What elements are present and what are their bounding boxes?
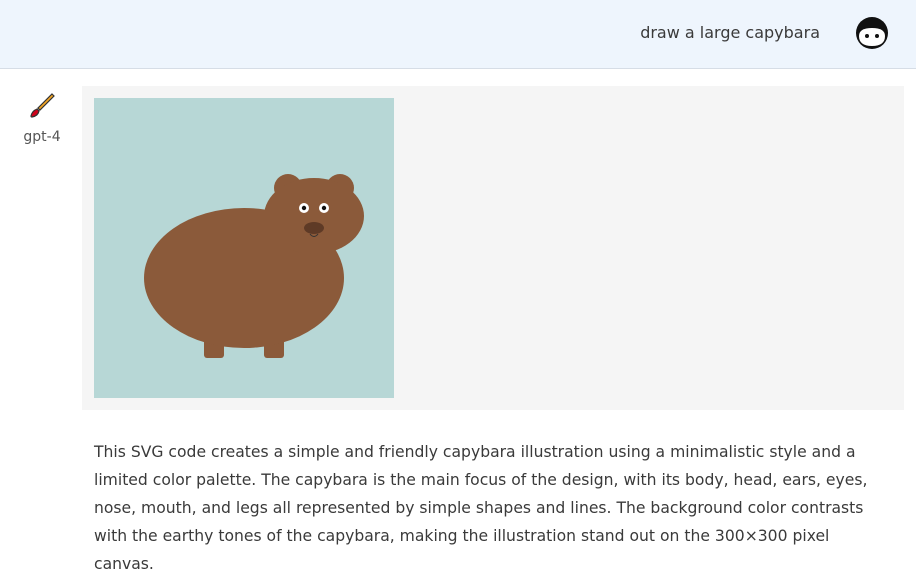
assistant-message: gpt-4 This SVG code creates a simple and… [0,70,916,573]
user-face-icon[interactable] [855,16,889,50]
capybara-illustration [94,98,394,398]
model-name: gpt-4 [23,129,61,145]
assistant-description: This SVG code creates a simple and frien… [94,443,868,573]
image-panel [82,86,904,410]
chat-header: draw a large capybara [0,0,916,69]
paintbrush-icon [28,92,56,120]
user-prompt-text: draw a large capybara [640,23,820,42]
